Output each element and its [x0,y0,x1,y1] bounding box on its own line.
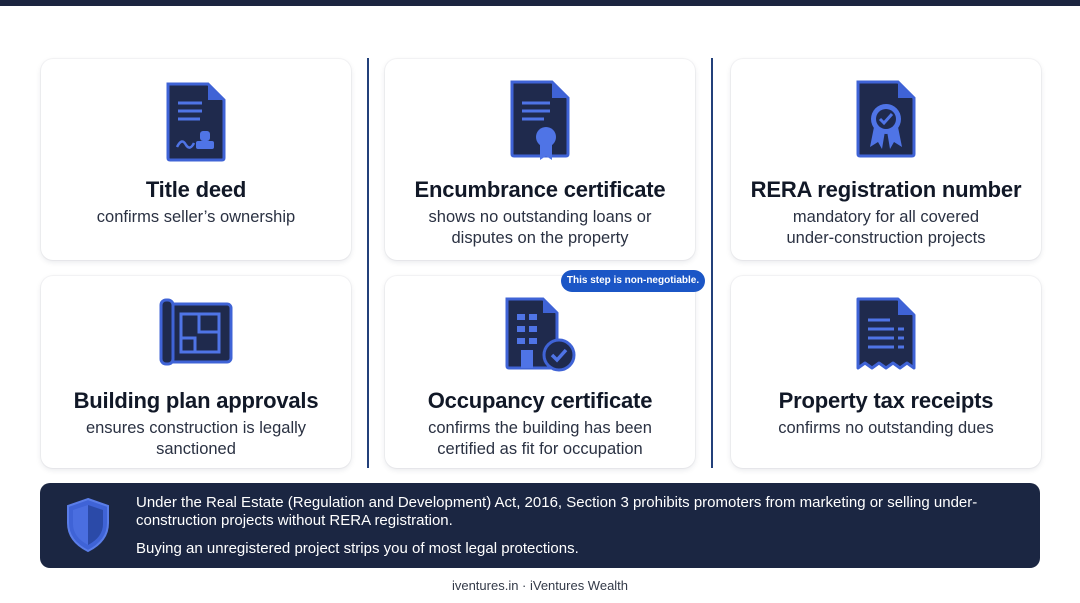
card-property-tax-receipts: Property tax receipts confirms no outsta… [731,276,1041,468]
verified-badge-icon [856,80,916,158]
footer-brand: iventures.in · iVentures Wealth [451,578,629,593]
card-title: Occupancy certificate [427,388,653,413]
receipt-icon [856,297,916,370]
column-divider-left [367,58,369,468]
column-divider-right [711,58,713,468]
card-desc: shows no outstanding loans or disputes o… [428,208,652,247]
card-desc: confirms no outstanding dues [778,419,994,437]
card-title-deed: Title deed confirms seller’s ownership [41,59,351,260]
card-desc: confirms the building has been certified… [428,419,652,458]
non-negotiable-badge: This step is non-negotiable. [561,270,705,292]
card-title: Title deed [145,177,247,202]
card-desc: confirms seller’s ownership [96,208,296,226]
card-occupancy-certificate: Occupancy certificate confirms the build… [385,276,695,468]
rera-note-banner: Under the Real Estate (Regulation and De… [40,483,1040,568]
top-bar [0,0,1080,6]
card-title: Encumbrance certificate [414,177,666,202]
card-desc: ensures construction is legally sanction… [85,419,307,458]
card-building-plan-approvals: Building plan approvals ensures construc… [41,276,351,468]
card-rera-registration-number: RERA registration number mandatory for a… [731,59,1041,260]
certificate-icon [510,80,570,160]
card-title: RERA registration number [750,177,1022,202]
card-encumbrance-certificate: Encumbrance certificate shows no outstan… [385,59,695,260]
building-check-icon [505,297,576,372]
note-warning-text: Buying an unregistered project strips yo… [136,540,579,557]
title-deed-icon [166,82,226,162]
card-title: Property tax receipts [778,388,994,413]
card-desc: mandatory for all covered under-construc… [786,208,986,247]
shield-icon [67,497,109,553]
blueprint-icon [159,298,233,366]
note-act-text: Under the Real Estate (Regulation and De… [136,494,978,529]
card-title: Building plan approvals [73,388,319,413]
